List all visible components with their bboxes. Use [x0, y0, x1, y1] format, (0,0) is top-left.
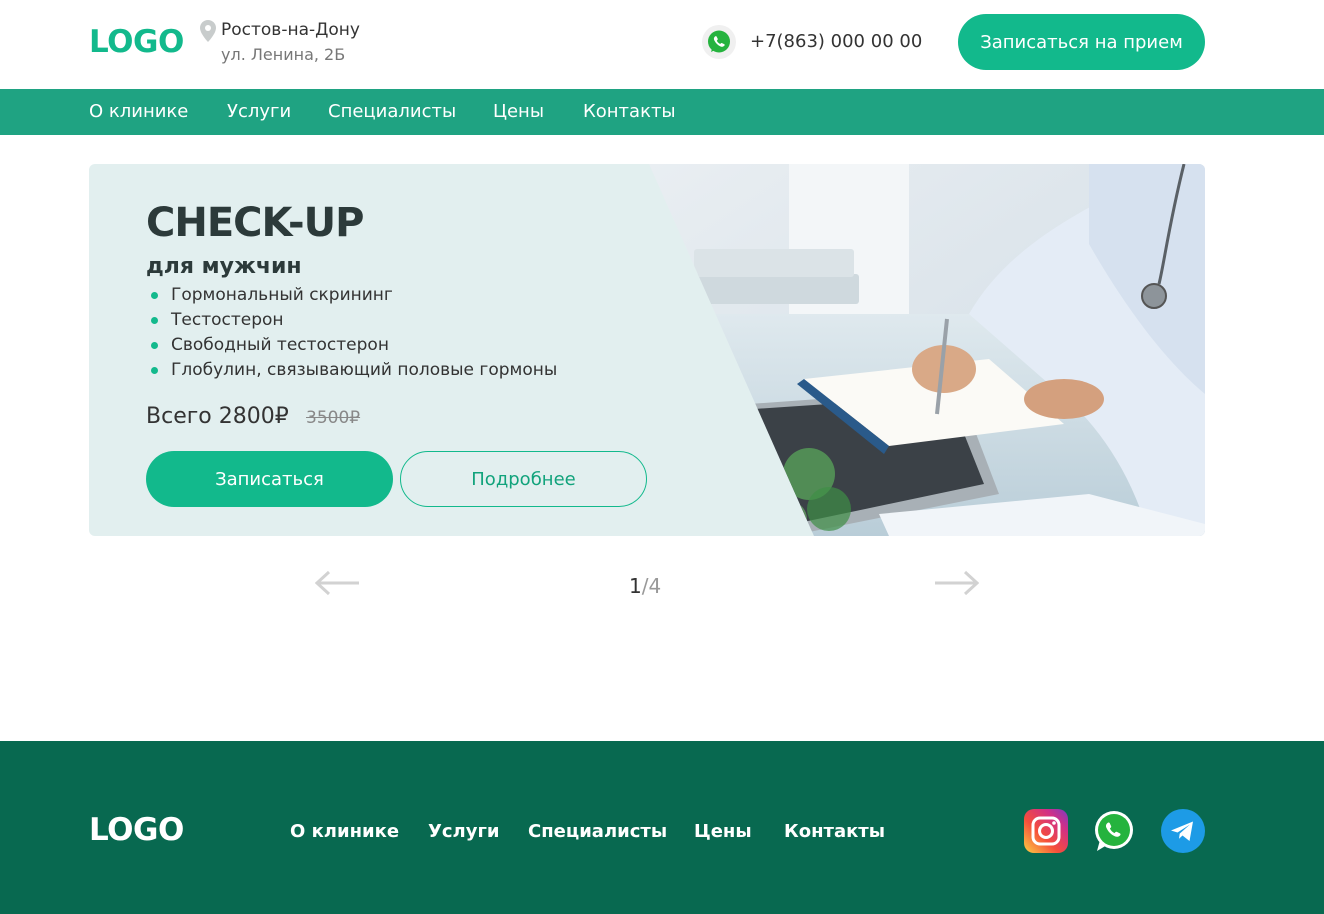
book-appointment-button[interactable]: Записаться на прием — [958, 14, 1205, 70]
more-details-button[interactable]: Подробнее — [400, 451, 647, 507]
footer-nav-contacts[interactable]: Контакты — [784, 821, 885, 842]
included-tests-list: Гормональный скрининг Тестостерон Свобод… — [146, 284, 557, 384]
address-street: ул. Ленина, 2Б — [221, 45, 346, 64]
footer-logo[interactable]: LOGO — [89, 812, 184, 848]
arrow-left-icon[interactable] — [315, 570, 361, 596]
list-item: Свободный тестостерон — [146, 334, 557, 359]
promo-banner: CHECK-UP для мужчин Гормональный скринин… — [89, 164, 1205, 536]
nav-item-prices[interactable]: Цены — [493, 101, 544, 122]
address-city: Ростов-на-Дону — [221, 20, 360, 40]
location-pin-icon — [200, 20, 216, 42]
list-item: Тестостерон — [146, 309, 557, 334]
logo[interactable]: LOGO — [89, 24, 184, 60]
footer-nav-about[interactable]: О клинике — [290, 821, 399, 842]
slide-counter: 1/4 — [629, 574, 661, 598]
arrow-right-icon[interactable] — [933, 570, 979, 596]
nav-item-about[interactable]: О клинике — [89, 101, 188, 122]
footer-nav-doctors[interactable]: Специалисты — [528, 821, 667, 842]
footer-nav-prices[interactable]: Цены — [694, 821, 752, 842]
slide-total: /4 — [641, 574, 662, 598]
list-item: Гормональный скрининг — [146, 284, 557, 309]
telegram-icon[interactable] — [1161, 809, 1205, 853]
banner-title: CHECK-UP — [146, 200, 364, 246]
nav-item-contacts[interactable]: Контакты — [583, 101, 676, 122]
footer-nav-services[interactable]: Услуги — [428, 821, 499, 842]
nav-item-services[interactable]: Услуги — [227, 101, 291, 122]
phone-number[interactable]: +7(863) 000 00 00 — [750, 31, 922, 52]
whatsapp-icon[interactable] — [1092, 809, 1136, 853]
nav-item-doctors[interactable]: Специалисты — [328, 101, 456, 122]
slide-current: 1 — [629, 574, 642, 598]
banner-subtitle: для мужчин — [146, 254, 302, 279]
whatsapp-icon[interactable] — [702, 25, 736, 59]
instagram-icon[interactable] — [1024, 809, 1068, 853]
list-item: Глобулин, связывающий половые гормоны — [146, 359, 557, 384]
site-header: LOGO Ростов-на-Дону ул. Ленина, 2Б +7(86… — [0, 0, 1324, 89]
current-price: Всего 2800₽ — [146, 404, 289, 429]
old-price: 3500₽ — [306, 408, 361, 428]
sign-up-button[interactable]: Записаться — [146, 451, 393, 507]
